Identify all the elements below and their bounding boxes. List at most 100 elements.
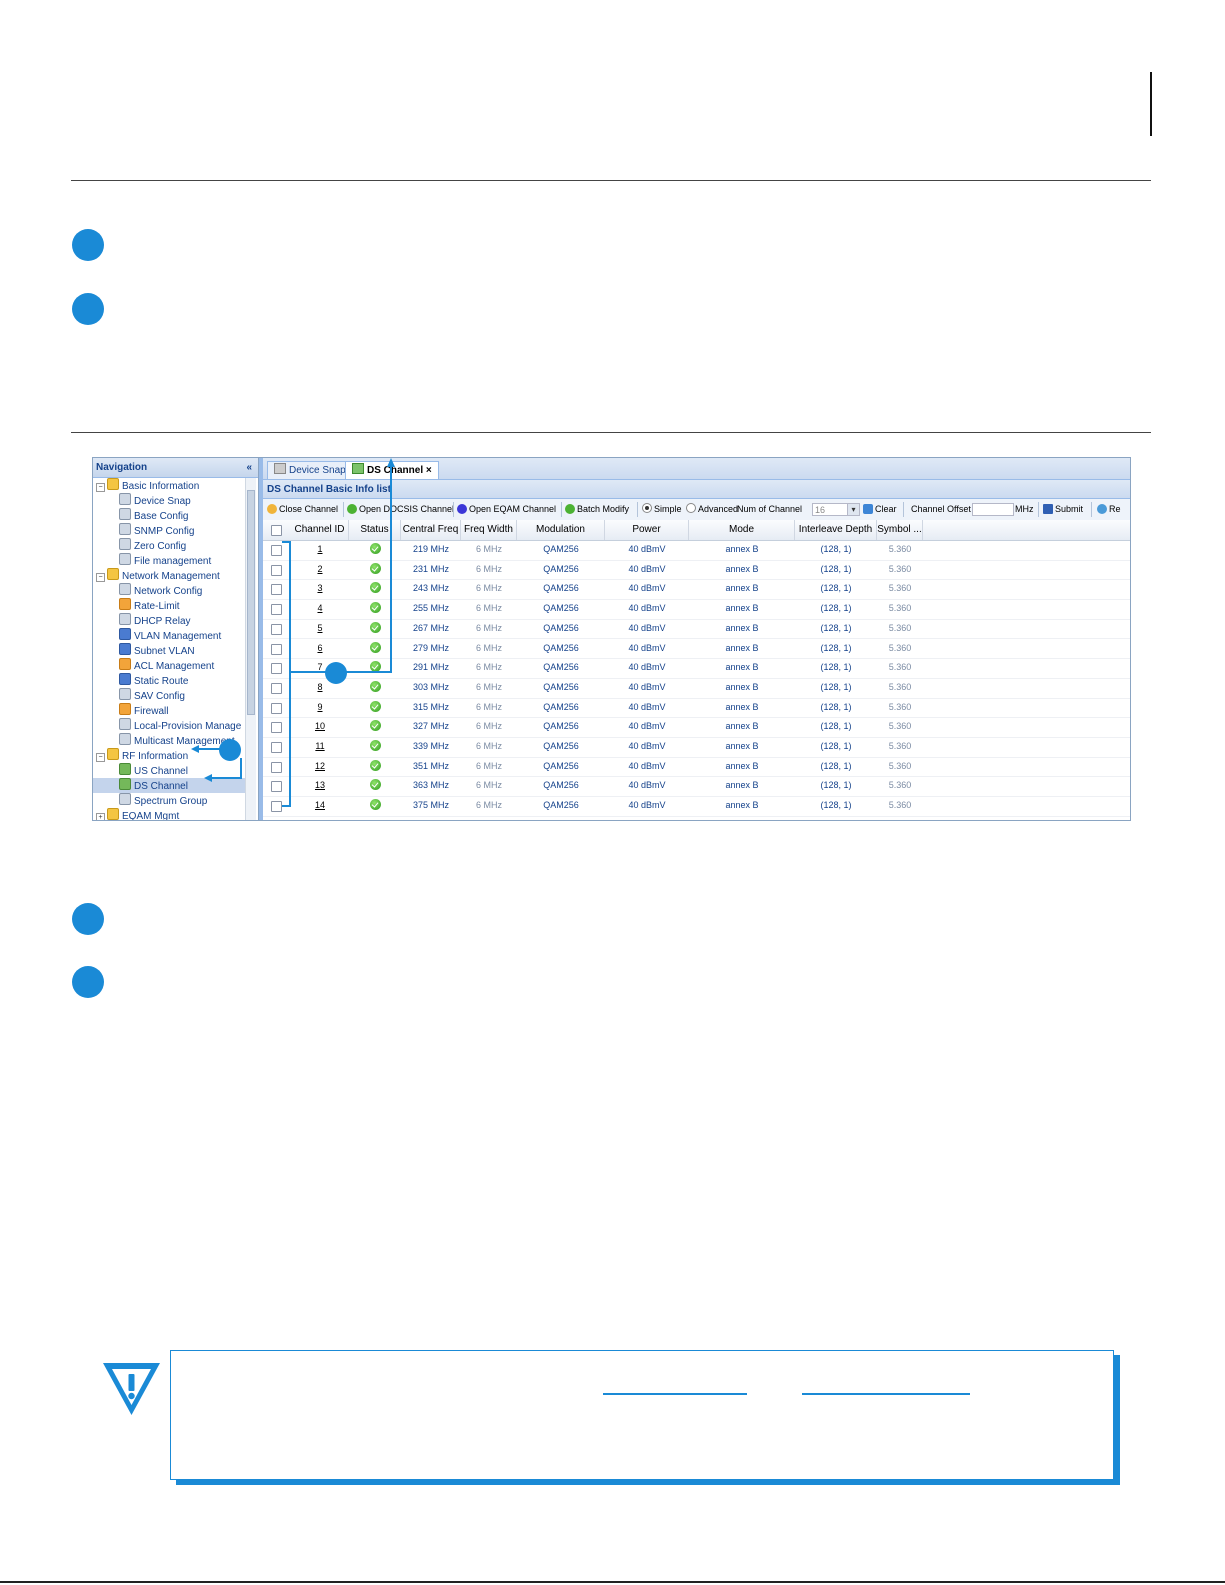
row-checkbox[interactable] (271, 702, 282, 714)
channel-id-link[interactable]: 4 (291, 599, 349, 618)
nav-item-device-snap[interactable]: Device Snap (93, 493, 245, 508)
nav-item-snmp-config[interactable]: SNMP Config (93, 523, 245, 538)
table-row[interactable]: 6 279 MHz 6 MHz QAM256 40 dBmV annex B (128, 1… (263, 639, 1130, 660)
channel-id-link[interactable]: 1 (291, 540, 349, 559)
nav-item-static-route[interactable]: Static Route (93, 673, 245, 688)
row-checkbox[interactable] (271, 643, 282, 655)
nav-item-ds-channel[interactable]: DS Channel (93, 778, 245, 793)
nav-item-base-config[interactable]: Base Config (93, 508, 245, 523)
column-header-interleave-depth[interactable]: Interleave Depth (795, 520, 877, 540)
channel-id-link[interactable]: 6 (291, 639, 349, 658)
nav-item-local-provision-manage[interactable]: Local-Provision Manage (93, 718, 245, 733)
channel-offset-input[interactable] (972, 503, 1014, 516)
channel-id-link[interactable]: 13 (291, 776, 349, 795)
tab-ds-channel[interactable]: DS Channel × (345, 461, 439, 479)
width-cell: 6 MHz (475, 642, 502, 653)
column-header-mode[interactable]: Mode (689, 520, 795, 540)
collapse-icon[interactable]: « (246, 458, 252, 477)
nav-item-us-channel[interactable]: US Channel (93, 763, 245, 778)
nav-item-network-management[interactable]: − Network Management (93, 568, 245, 583)
table-row[interactable]: 1 219 MHz 6 MHz QAM256 40 dBmV annex B (128, 1… (263, 540, 1130, 561)
nav-item-firewall[interactable]: Firewall (93, 703, 245, 718)
column-header-power[interactable]: Power (605, 520, 689, 540)
row-checkbox[interactable] (271, 604, 282, 616)
row-checkbox[interactable] (271, 781, 282, 793)
row-checkbox[interactable] (271, 742, 282, 753)
row-checkbox[interactable] (271, 584, 282, 596)
table-row[interactable]: 5 267 MHz 6 MHz QAM256 40 dBmV annex B (128, 1… (263, 619, 1130, 640)
nav-item-network-config[interactable]: Network Config (93, 583, 245, 598)
footer-rule (0, 1581, 1225, 1583)
table-row[interactable]: 12 351 MHz 6 MHz QAM256 40 dBmV annex B (128, … (263, 757, 1130, 778)
nav-item-acl-management[interactable]: ACL Management (93, 658, 245, 673)
open-docsis-channel-button[interactable]: Open DOCSIS Channel (347, 499, 454, 520)
chevron-down-icon[interactable]: ▾ (847, 504, 859, 515)
nav-item-sav-config[interactable]: SAV Config (93, 688, 245, 703)
channel-id-link[interactable]: 5 (291, 619, 349, 638)
column-header-status[interactable]: Status (349, 520, 401, 540)
clear-button[interactable]: Clear (863, 499, 897, 520)
channel-icon (119, 778, 131, 790)
row-checkbox[interactable] (271, 663, 282, 675)
nav-item-subnet-vlan[interactable]: Subnet VLAN (93, 643, 245, 658)
channel-id-link[interactable]: 14 (291, 796, 349, 815)
status-ok-icon (369, 720, 381, 732)
table-row[interactable]: 8 303 MHz 6 MHz QAM256 40 dBmV annex B (128, 1… (263, 678, 1130, 699)
column-header-symbol-[interactable]: Symbol ... (877, 520, 923, 540)
column-header-modulation[interactable]: Modulation (517, 520, 605, 540)
row-checkbox[interactable] (271, 722, 282, 734)
tab-device-snap[interactable]: Device Snap (267, 461, 353, 479)
refresh-button[interactable]: Re (1097, 499, 1121, 520)
select-all-checkbox[interactable] (271, 525, 282, 536)
channel-id-link[interactable]: 2 (291, 560, 349, 579)
column-header-freq-width[interactable]: Freq Width (461, 520, 517, 540)
column-header-channel-id[interactable]: Channel ID (291, 520, 349, 540)
row-checkbox[interactable] (271, 761, 282, 773)
nav-scroll-thumb[interactable] (247, 490, 255, 715)
close-icon[interactable]: × (426, 465, 432, 476)
table-row[interactable]: 7 291 MHz 6 MHz QAM256 40 dBmV annex B (128, 1… (263, 658, 1130, 679)
nav-item-dhcp-relay[interactable]: DHCP Relay (93, 613, 245, 628)
collapse-tree-icon[interactable]: − (96, 483, 105, 492)
table-row[interactable]: 13 363 MHz 6 MHz QAM256 40 dBmV annex B (128, … (263, 776, 1130, 798)
row-checkbox[interactable] (271, 545, 282, 556)
row-checkbox[interactable] (271, 564, 282, 576)
column-header-central-freq[interactable]: Central Freq (401, 520, 461, 540)
gear-icon (119, 793, 131, 805)
row-checkbox[interactable] (271, 682, 282, 694)
row-checkbox[interactable] (271, 801, 282, 813)
table-row[interactable]: 11 339 MHz 6 MHz QAM256 40 dBmV annex B (128, … (263, 737, 1130, 758)
num-of-channel-select[interactable]: 16 ▾ (812, 503, 860, 516)
channel-id-link[interactable]: 10 (291, 717, 349, 736)
advanced-radio[interactable]: Advanced (686, 499, 738, 520)
table-row[interactable]: 4 255 MHz 6 MHz QAM256 40 dBmV annex B (128, 1… (263, 599, 1130, 620)
table-row[interactable]: 2 231 MHz 6 MHz QAM256 40 dBmV annex B (128, 1… (263, 560, 1130, 581)
row-checkbox[interactable] (271, 623, 282, 635)
close-channel-button[interactable]: Close Channel (267, 499, 338, 520)
collapse-tree-icon[interactable]: − (96, 753, 105, 762)
nav-item-basic-information[interactable]: − Basic Information (93, 478, 245, 493)
table-row[interactable]: 9 315 MHz 6 MHz QAM256 40 dBmV annex B (128, 1… (263, 698, 1130, 719)
nav-item-vlan-management[interactable]: VLAN Management (93, 628, 245, 643)
nav-item-zero-config[interactable]: Zero Config (93, 538, 245, 553)
batch-modify-button[interactable]: Batch Modify (565, 499, 629, 520)
check-icon (347, 504, 357, 514)
table-row[interactable]: 14 375 MHz 6 MHz QAM256 40 dBmV annex B (128, … (263, 796, 1130, 817)
channel-id-link[interactable]: 9 (291, 698, 349, 717)
channel-id-link[interactable]: 3 (291, 579, 349, 598)
nav-scrollbar[interactable] (245, 478, 256, 820)
nav-item-eqam-mgmt[interactable]: + EQAM Mgmt (93, 808, 245, 820)
nav-item-spectrum-group[interactable]: Spectrum Group (93, 793, 245, 808)
table-row[interactable]: 10 327 MHz 6 MHz QAM256 40 dBmV annex B (128, … (263, 717, 1130, 738)
open-eqam-channel-button[interactable]: Open EQAM Channel (457, 499, 556, 520)
nav-item-file-management[interactable]: File management (93, 553, 245, 568)
collapse-tree-icon[interactable]: − (96, 573, 105, 582)
table-row[interactable]: 3 243 MHz 6 MHz QAM256 40 dBmV annex B (128, 1… (263, 579, 1130, 601)
channel-id-link[interactable]: 11 (291, 737, 349, 756)
simple-radio[interactable]: Simple (642, 499, 682, 520)
expand-icon[interactable]: + (96, 813, 105, 820)
submit-button[interactable]: Submit (1043, 499, 1083, 520)
radio-label: Simple (654, 504, 682, 514)
channel-id-link[interactable]: 12 (291, 757, 349, 776)
nav-item-rate-limit[interactable]: Rate-Limit (93, 598, 245, 613)
